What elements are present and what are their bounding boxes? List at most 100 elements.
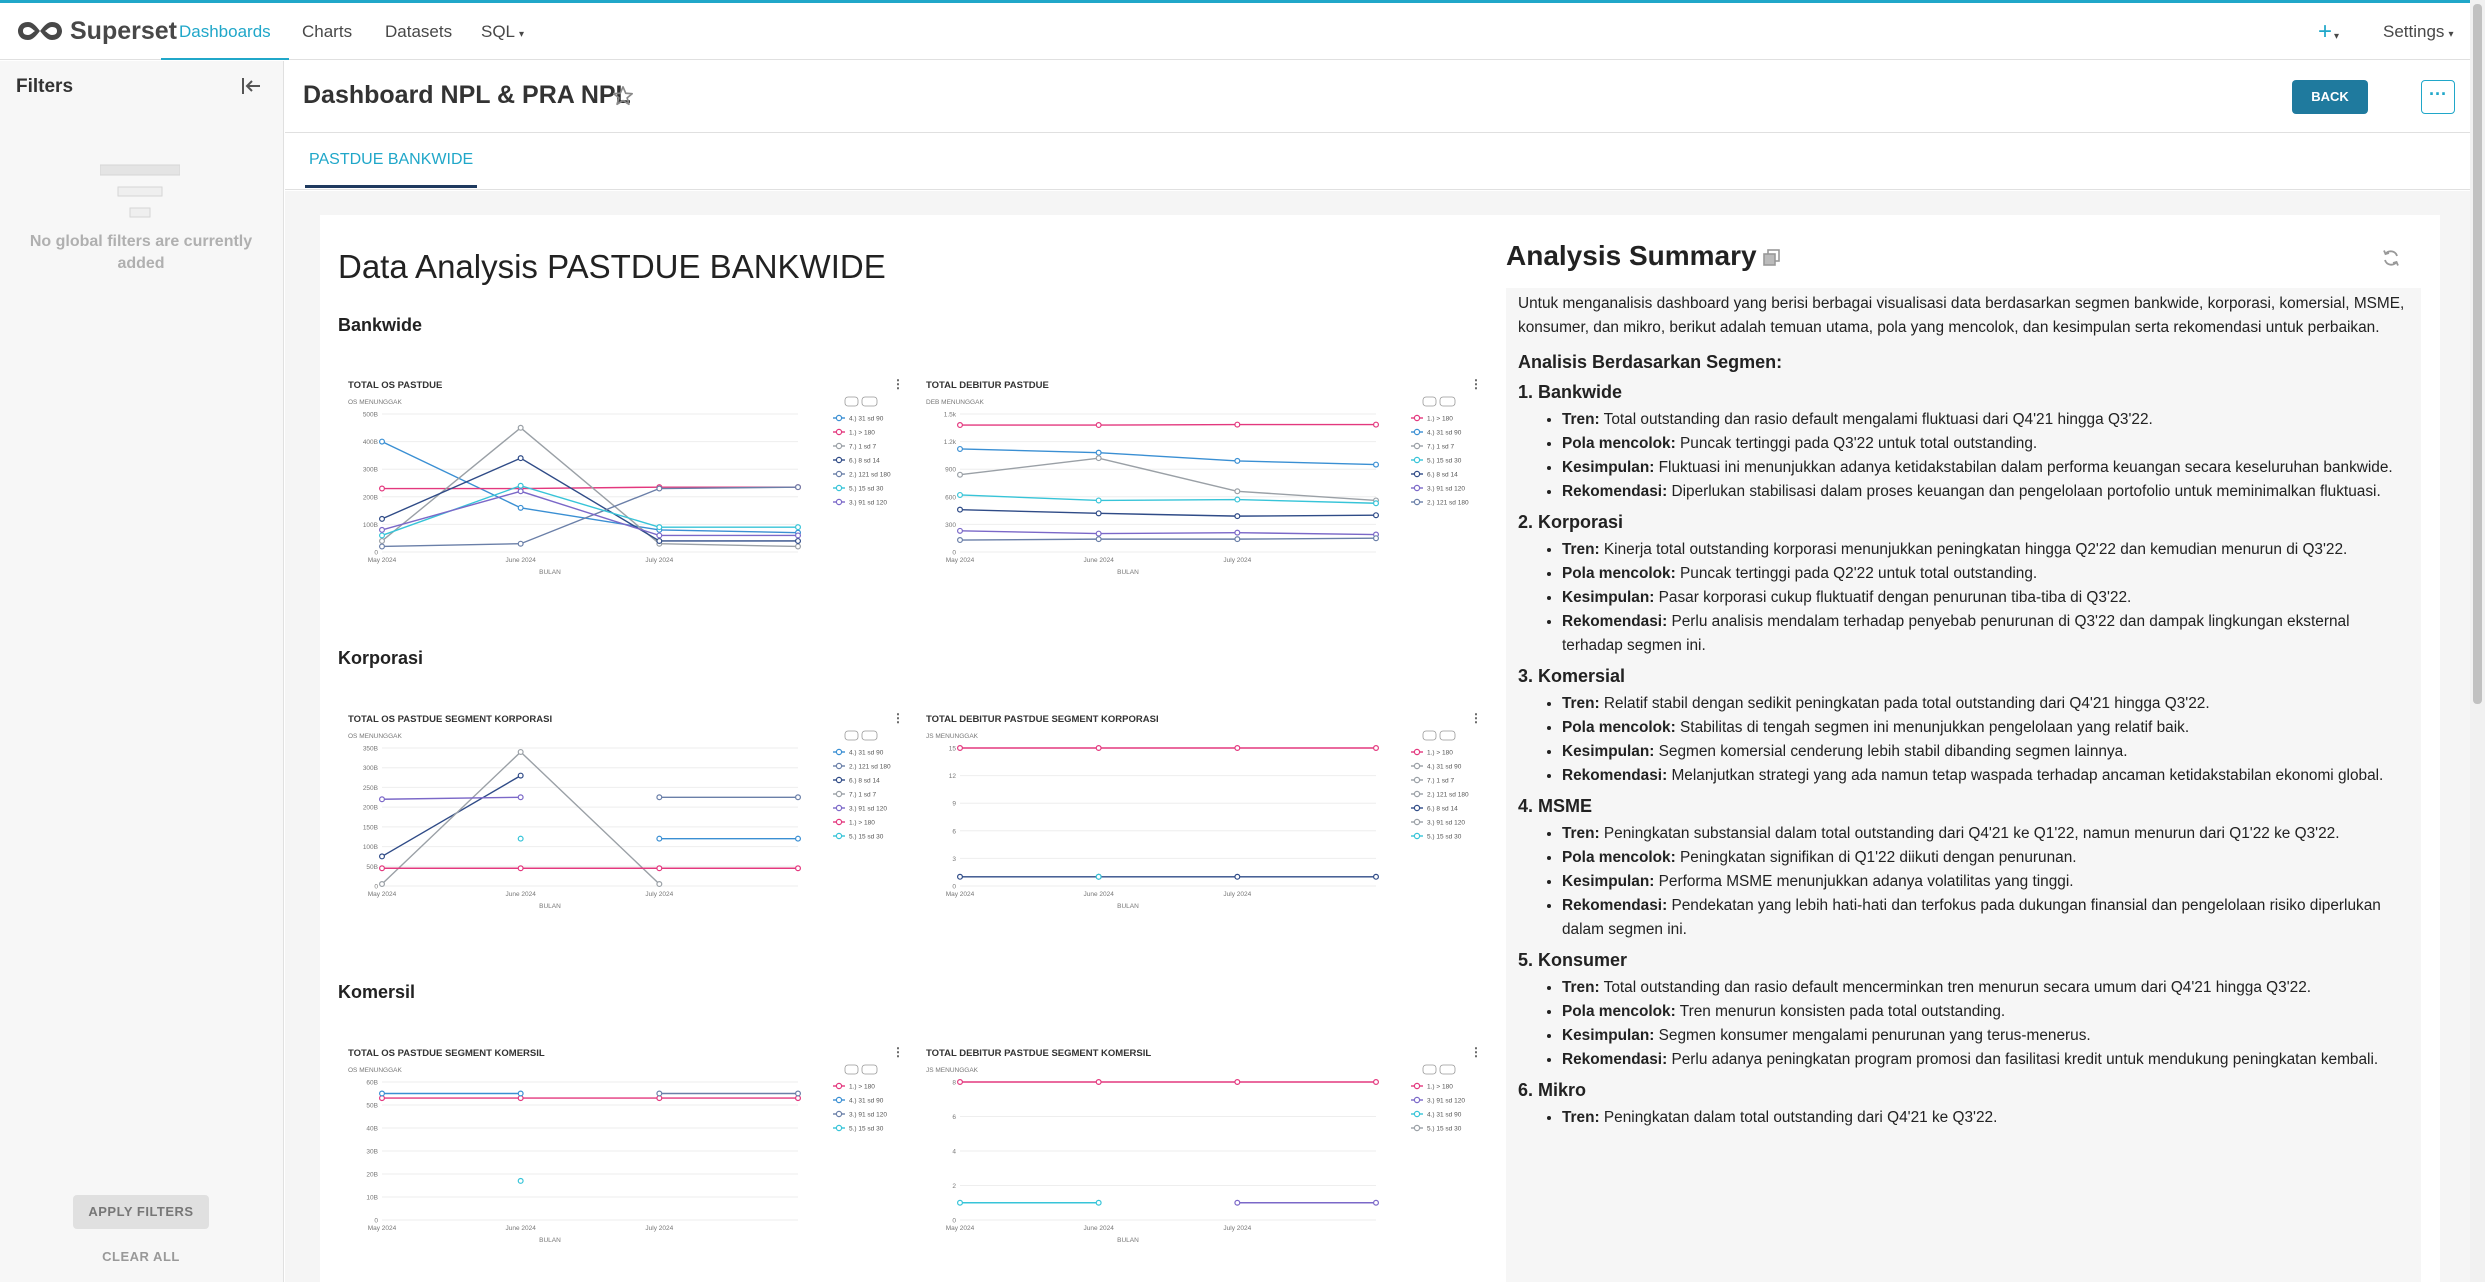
legend-item[interactable]: 1.) > 180 (849, 430, 875, 437)
legend-item[interactable]: 1.) > 180 (849, 820, 875, 827)
point-key: Tren: (1562, 541, 1600, 558)
legend-invert-toggle[interactable] (861, 396, 878, 407)
legend-all-toggle[interactable] (1422, 1064, 1437, 1075)
segment-title: 1. Bankwide (1518, 382, 1623, 402)
y-tick-label: 2 (952, 1183, 956, 1190)
legend-invert-toggle[interactable] (1439, 396, 1456, 407)
settings-menu[interactable]: Settings ▾ (2383, 3, 2453, 60)
apply-filters-button[interactable]: APPLY FILTERS (73, 1195, 209, 1229)
legend-item[interactable]: 1.) > 180 (1427, 1084, 1453, 1091)
legend-item[interactable]: 5.) 15 sd 30 (849, 1126, 884, 1133)
legend-item[interactable]: 5.) 15 sd 30 (849, 834, 884, 841)
page-scrollbar-thumb[interactable] (2473, 4, 2482, 704)
series-line (381, 485, 798, 537)
legend-item[interactable]: 3.) 91 sd 120 (1427, 1098, 1465, 1105)
no-filters-message: No global filters are currently added (29, 233, 253, 272)
point-key: Kesimpulan: (1562, 459, 1655, 476)
back-button[interactable]: BACK (2292, 80, 2368, 114)
legend-item[interactable]: 7.) 1 sd 7 (849, 444, 876, 451)
legend-item[interactable]: 2.) 121 sd 180 (849, 764, 891, 771)
legend-item[interactable]: 3.) 91 sd 120 (1427, 820, 1465, 827)
y-tick-label: 350B (363, 746, 378, 753)
y-tick-label: 6 (952, 1114, 956, 1121)
chart-menu-icon[interactable]: ⋮ (1470, 1045, 1478, 1059)
legend-item[interactable]: 4.) 31 sd 90 (1427, 764, 1462, 771)
legend-item[interactable]: 4.) 31 sd 90 (849, 1098, 884, 1105)
legend-item[interactable]: 2.) 121 sd 180 (849, 472, 891, 479)
superset-logo[interactable]: Superset (16, 17, 177, 45)
legend-item[interactable]: 4.) 31 sd 90 (849, 416, 884, 423)
x-tick-label: July 2024 (1223, 557, 1251, 564)
legend-all-toggle[interactable] (1422, 396, 1437, 407)
legend-invert-toggle[interactable] (861, 1064, 878, 1075)
y-tick-label: 200B (363, 494, 378, 501)
chart-menu-icon[interactable]: ⋮ (892, 377, 900, 391)
y-tick-label: 200B (363, 805, 378, 812)
legend-item[interactable]: 6.) 8 sd 14 (1427, 472, 1458, 479)
legend-item[interactable]: 5.) 15 sd 30 (1427, 1126, 1462, 1133)
chart-total-os-pastdue: TOTAL OS PASTDUE ⋮ OS MENUNGGAK 0 100B 200B 30… (340, 372, 900, 582)
legend-item[interactable]: 3.) 91 sd 120 (849, 500, 887, 507)
legend-item[interactable]: 4.) 31 sd 90 (1427, 430, 1462, 437)
more-options-button[interactable]: ··· (2421, 80, 2455, 114)
point-text: Segmen konsumer mengalami penurunan yang… (1654, 1027, 2091, 1044)
favorite-star-icon[interactable] (612, 85, 634, 107)
legend-item[interactable]: 6.) 8 sd 14 (849, 458, 880, 465)
legend-item[interactable]: 4.) 31 sd 90 (849, 750, 884, 757)
x-tick-label: May 2024 (946, 891, 975, 898)
legend-all-toggle[interactable] (1422, 730, 1437, 741)
legend-item[interactable]: 7.) 1 sd 7 (1427, 778, 1454, 785)
legend-item[interactable]: 5.) 15 sd 30 (849, 486, 884, 493)
legend-item[interactable]: 3.) 91 sd 120 (849, 806, 887, 813)
caret-down-icon: ▾ (2334, 31, 2340, 42)
legend-item[interactable]: 1.) > 180 (1427, 416, 1453, 423)
legend-all-toggle[interactable] (844, 1064, 859, 1075)
caret-down-icon: ▾ (2448, 29, 2454, 40)
clear-all-button[interactable]: CLEAR ALL (73, 1245, 209, 1269)
collapse-sidebar-icon[interactable] (240, 75, 262, 97)
chart-menu-icon[interactable]: ⋮ (892, 1045, 900, 1059)
nav-charts[interactable]: Charts (284, 3, 370, 60)
legend-item[interactable]: 4.) 31 sd 90 (1427, 1112, 1462, 1119)
legend-all-toggle[interactable] (844, 730, 859, 741)
dashboard-title[interactable]: Dashboard NPL & PRA NPL (303, 81, 631, 110)
y-tick-label: 0 (374, 884, 378, 891)
legend-all-toggle[interactable] (844, 396, 859, 407)
refresh-icon[interactable] (2381, 248, 2401, 268)
data-point (956, 744, 963, 751)
chart-menu-icon[interactable]: ⋮ (1470, 711, 1478, 725)
legend-item[interactable]: 2.) 121 sd 180 (1427, 792, 1469, 799)
legend-item[interactable]: 2.) 121 sd 180 (1427, 500, 1469, 507)
line-chart: TOTAL DEBITUR PASTDUE SEGMENT KORPORASI ⋮… (926, 711, 1478, 910)
legend-item[interactable]: 1.) > 180 (1427, 750, 1453, 757)
legend-item[interactable]: 6.) 8 sd 14 (1427, 806, 1458, 813)
summary-heading: Analisis Berdasarkan Segmen: (1518, 352, 1783, 372)
legend-item[interactable]: 6.) 8 sd 14 (849, 778, 880, 785)
summary-point: Kesimpulan: Performa MSME menunjukkan ad… (1562, 870, 2409, 894)
legend-item[interactable]: 7.) 1 sd 7 (849, 792, 876, 799)
chart-menu-icon[interactable]: ⋮ (1470, 377, 1478, 391)
y-axis-label: JS MENUNGGAK (926, 733, 979, 740)
legend-invert-toggle[interactable] (1439, 730, 1456, 741)
x-axis-label: BULAN (1117, 569, 1139, 576)
legend-invert-toggle[interactable] (861, 730, 878, 741)
summary-point: Pola mencolok: Puncak tertinggi pada Q2'… (1562, 562, 2409, 586)
chart-total-debitur-pastdue: TOTAL DEBITUR PASTDUE ⋮ DEB MENUNGGAK 0 300 6… (918, 372, 1478, 582)
series-line (959, 457, 1377, 502)
legend-item[interactable]: 1.) > 180 (849, 1084, 875, 1091)
legend-marker (835, 832, 843, 840)
legend-item[interactable]: 3.) 91 sd 120 (1427, 486, 1465, 493)
nav-dashboards[interactable]: Dashboards (161, 3, 289, 60)
legend-marker (1413, 456, 1421, 464)
nav-sql[interactable]: SQL ▾ (463, 3, 542, 60)
nav-datasets[interactable]: Datasets (367, 3, 470, 60)
legend-item[interactable]: 7.) 1 sd 7 (1427, 444, 1454, 451)
legend-invert-toggle[interactable] (1439, 1064, 1456, 1075)
legend-item[interactable]: 5.) 15 sd 30 (1427, 458, 1462, 465)
chart-menu-icon[interactable]: ⋮ (892, 711, 900, 725)
new-menu[interactable]: + ▾ (2318, 3, 2339, 60)
legend-item[interactable]: 5.) 15 sd 30 (1427, 834, 1462, 841)
tab-pastdue-bankwide[interactable]: PASTDUE BANKWIDE (305, 134, 478, 188)
legend-item[interactable]: 3.) 91 sd 120 (849, 1112, 887, 1119)
copy-icon[interactable] (1763, 249, 1781, 267)
